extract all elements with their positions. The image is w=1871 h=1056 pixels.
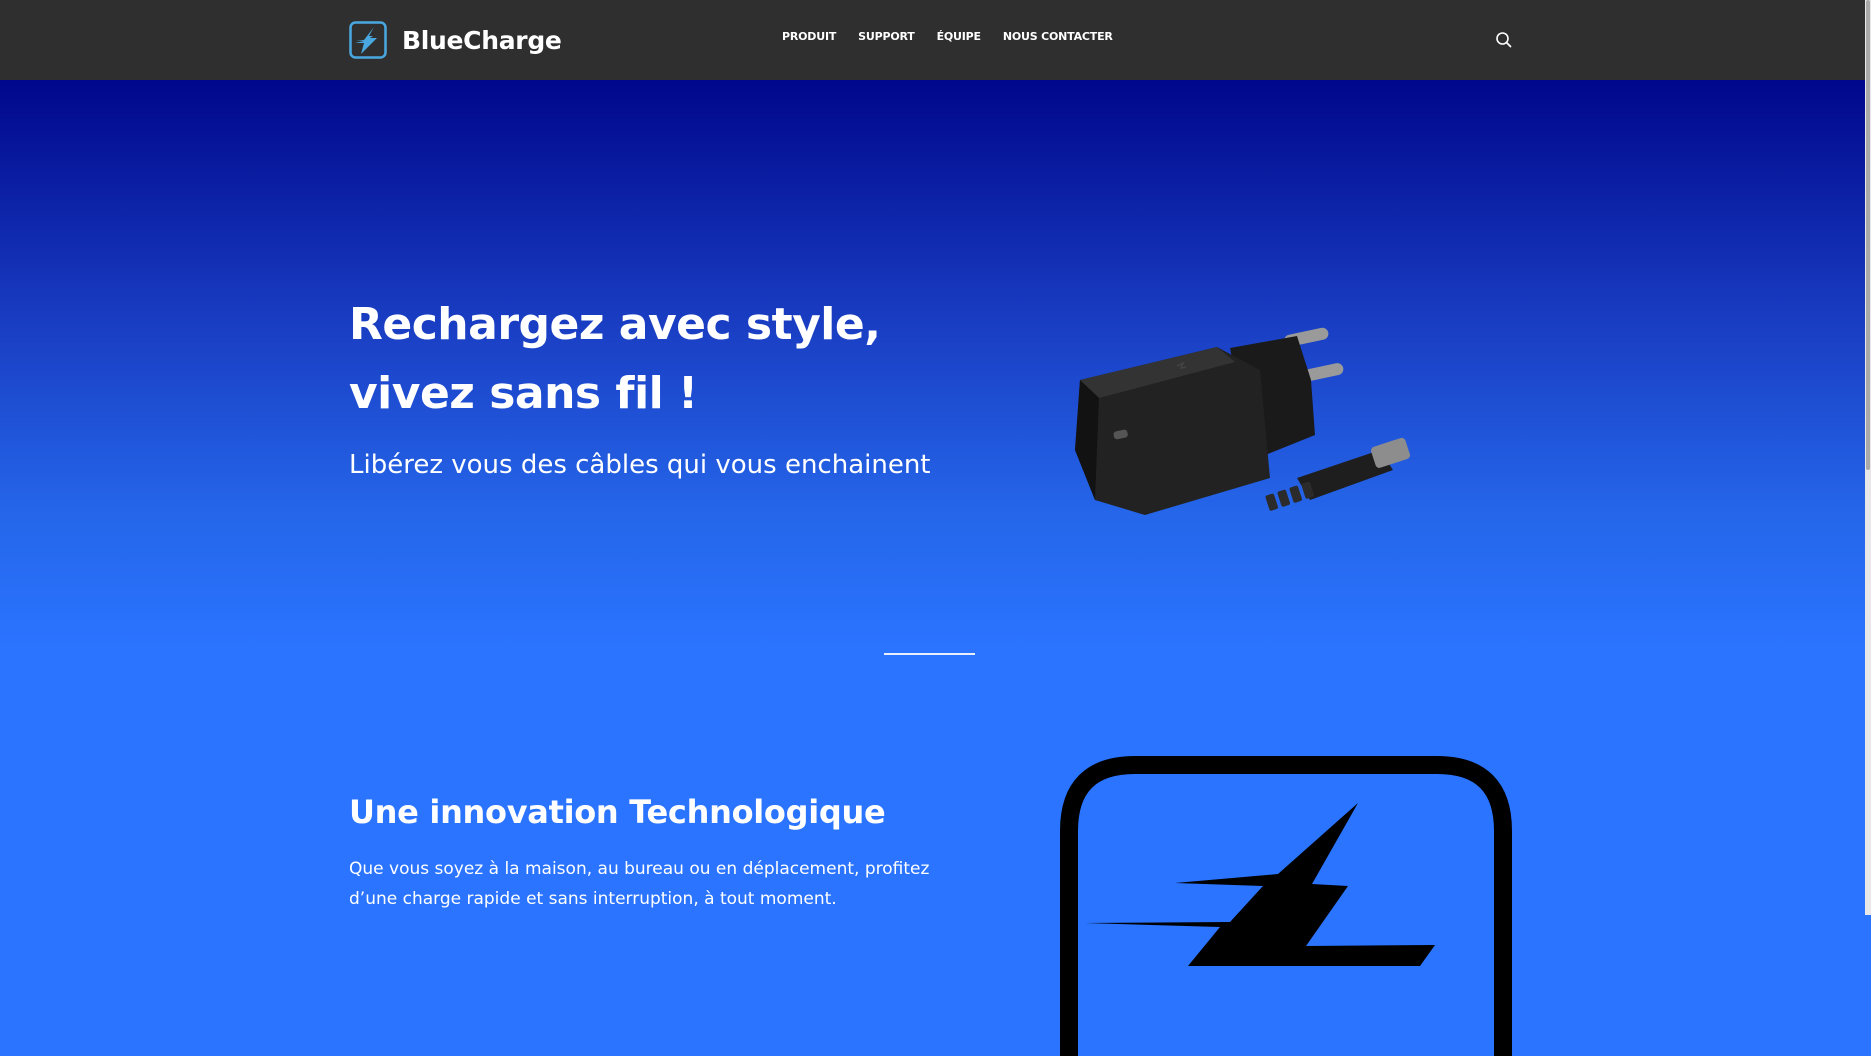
scrollbar[interactable] bbox=[1865, 0, 1871, 915]
section-text: Que vous soyez à la maison, au bureau ou… bbox=[349, 859, 930, 909]
nav-equipe[interactable]: ÉQUIPE bbox=[937, 30, 981, 43]
brand-name: BlueCharge bbox=[402, 25, 562, 55]
hero-section: Rechargez avec style, vivez sans fil ! L… bbox=[0, 80, 1865, 1056]
brand[interactable]: BlueCharge bbox=[349, 20, 562, 60]
lightning-bolt-logo bbox=[1060, 756, 1512, 1056]
section-title: Une innovation Technologique bbox=[349, 793, 886, 831]
section-divider bbox=[884, 653, 975, 655]
top-navigation-bar: BlueCharge PRODUIT SUPPORT ÉQUIPE NOUS C… bbox=[0, 0, 1865, 80]
nav-support[interactable]: SUPPORT bbox=[858, 30, 915, 43]
charger-image bbox=[1075, 327, 1410, 515]
hero-subtitle: Libérez vous des câbles qui vous enchain… bbox=[349, 450, 931, 480]
scrollbar-thumb[interactable] bbox=[1866, 0, 1870, 470]
main-nav: PRODUIT SUPPORT ÉQUIPE NOUS CONTACTER bbox=[782, 30, 1113, 43]
search-icon[interactable] bbox=[1495, 31, 1513, 49]
nav-nous-contacter[interactable]: NOUS CONTACTER bbox=[1003, 30, 1113, 43]
nav-produit[interactable]: PRODUIT bbox=[782, 30, 836, 43]
hero-title: Rechargez avec style, vivez sans fil ! bbox=[349, 299, 881, 419]
lightning-bolt-icon bbox=[349, 21, 387, 59]
